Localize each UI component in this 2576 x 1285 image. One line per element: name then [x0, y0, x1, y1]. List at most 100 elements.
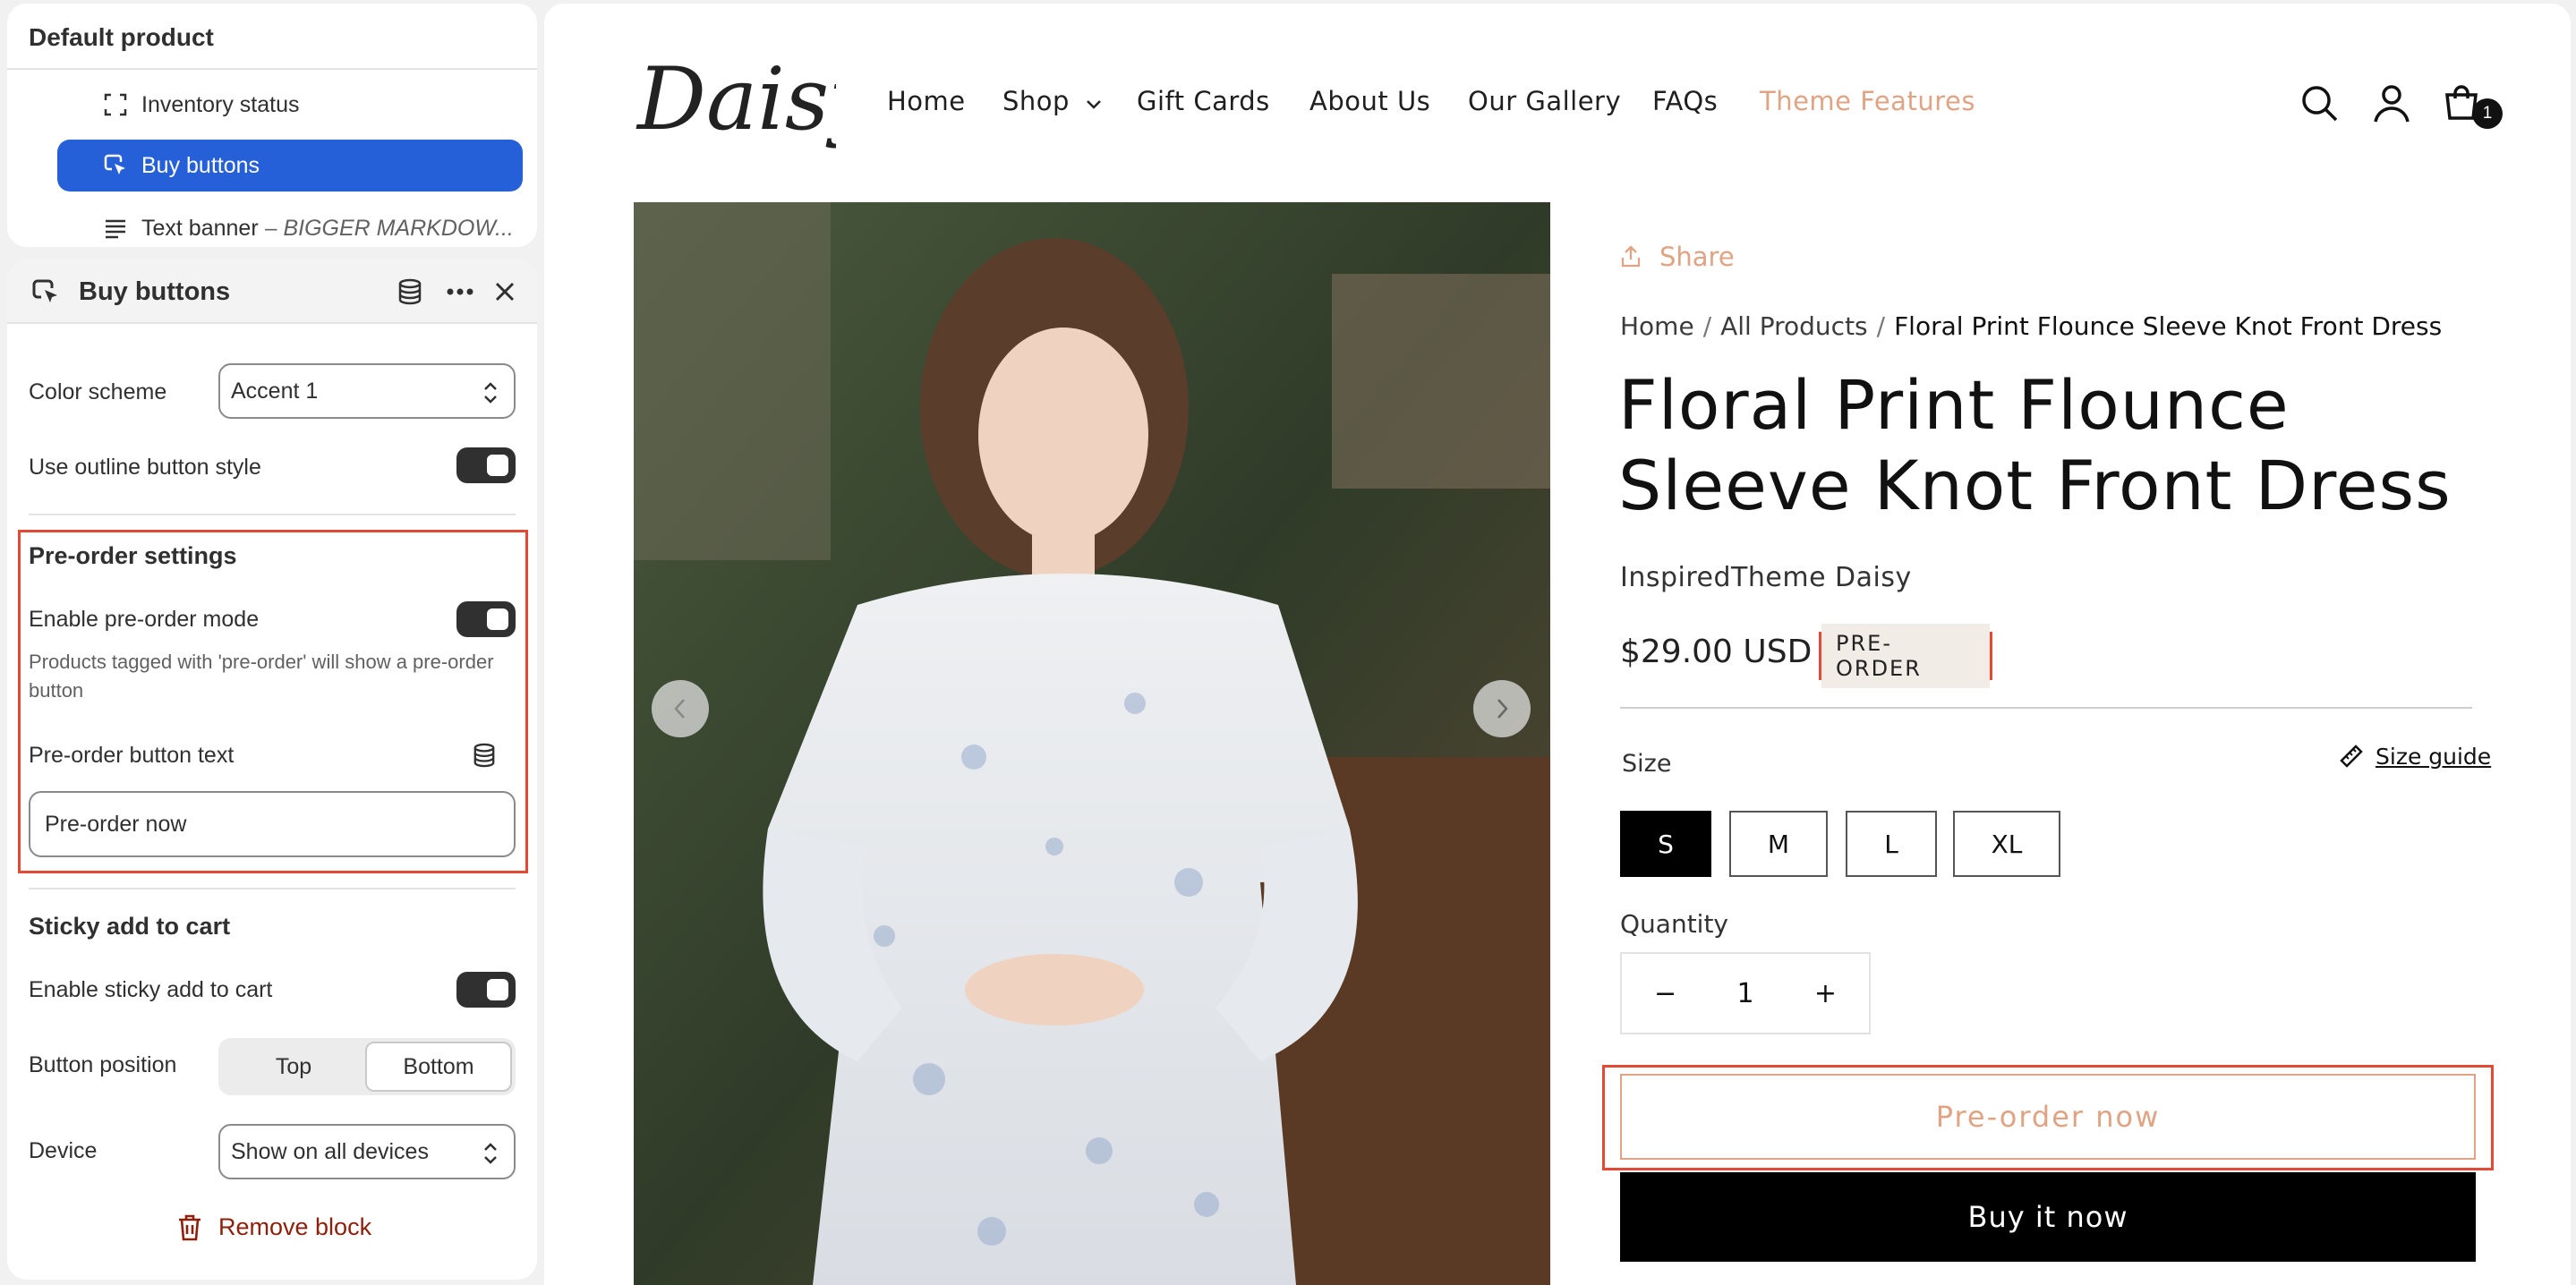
nav-theme-features[interactable]: Theme Features	[1760, 86, 1975, 116]
divider	[29, 514, 516, 515]
section-title: Default product	[29, 23, 214, 51]
sticky-section-title: Sticky add to cart	[29, 913, 231, 940]
database-icon[interactable]	[473, 743, 496, 772]
gallery-next-button[interactable]	[1473, 680, 1531, 737]
quantity-label: Quantity	[1620, 909, 1728, 939]
preorder-button[interactable]: Pre-order now	[1620, 1074, 2476, 1160]
account-icon[interactable]	[2370, 82, 2413, 125]
gallery-prev-button[interactable]	[652, 680, 709, 737]
database-icon[interactable]	[394, 276, 426, 308]
divider	[7, 68, 537, 70]
breadcrumb-separator: /	[1876, 311, 1886, 341]
product-vendor: InspiredTheme Daisy	[1620, 562, 1912, 593]
store-logo[interactable]: Daisy	[630, 29, 879, 181]
panel-header: Buy buttons	[7, 260, 537, 324]
position-bottom-option[interactable]: Bottom	[365, 1042, 512, 1092]
breadcrumb-current: Floral Print Flounce Sleeve Knot Front D…	[1894, 311, 2443, 341]
ruler-icon	[2340, 745, 2363, 768]
more-options-icon[interactable]	[444, 276, 476, 308]
preorder-enable-label: Enable pre-order mode	[29, 607, 260, 632]
quantity-value[interactable]: 1	[1736, 978, 1753, 1009]
size-option-m[interactable]: M	[1729, 811, 1828, 877]
tree-item-buy-buttons[interactable]: Buy buttons	[57, 140, 523, 191]
divider	[29, 888, 516, 889]
cursor-click-icon	[102, 152, 129, 179]
block-tree-panel: Default product Inventory status Buy but…	[7, 4, 537, 247]
breadcrumb: Home / All Products / Floral Print Flounce S…	[1620, 311, 2442, 341]
size-option-s[interactable]: S	[1620, 811, 1711, 877]
preorder-badge: PRE-ORDER	[1821, 624, 1990, 688]
share-button[interactable]: Share	[1620, 242, 1735, 272]
chevron-left-icon	[674, 699, 685, 719]
product-photo-illustration	[634, 202, 1550, 1285]
nav-home[interactable]: Home	[887, 86, 966, 116]
nav-about-us[interactable]: About Us	[1309, 86, 1430, 116]
chevron-updown-icon	[484, 382, 497, 404]
preorder-text-input[interactable]: Pre-order now	[29, 791, 516, 857]
tree-item-label: Text banner	[141, 215, 259, 241]
size-label: Size	[1622, 750, 1672, 778]
button-position-label: Button position	[29, 1052, 177, 1077]
chevron-down-icon[interactable]	[1085, 98, 1103, 111]
tree-item-inventory-status[interactable]: Inventory status	[57, 79, 523, 131]
svg-text:Daisy: Daisy	[635, 49, 836, 149]
position-top-option[interactable]: Top	[222, 1042, 365, 1092]
tree-item-text-banner[interactable]: Text banner – BIGGER MARKDOW...	[57, 202, 523, 247]
divider	[1620, 707, 2472, 709]
nav-our-gallery[interactable]: Our Gallery	[1468, 86, 1621, 116]
remove-block-label: Remove block	[218, 1213, 372, 1240]
cart-count-badge: 1	[2472, 98, 2503, 129]
device-label: Device	[29, 1138, 98, 1163]
device-select[interactable]: Show on all devices	[218, 1124, 516, 1179]
quantity-increase-button[interactable]: +	[1814, 978, 1837, 1009]
share-label: Share	[1659, 242, 1735, 272]
outline-style-label: Use outline button style	[29, 455, 261, 480]
breadcrumb-all-products[interactable]: All Products	[1720, 311, 1868, 341]
preorder-enable-toggle[interactable]	[456, 601, 516, 637]
tree-item-label: Buy buttons	[141, 152, 260, 178]
share-icon	[1621, 245, 1641, 268]
trash-icon	[179, 1214, 200, 1240]
product-image[interactable]	[634, 202, 1550, 1285]
product-title: Floral Print Flounce Sleeve Knot Front D…	[1618, 365, 2452, 525]
size-option-l[interactable]: L	[1846, 811, 1937, 877]
search-icon[interactable]	[2299, 82, 2341, 125]
select-value: Accent 1	[231, 378, 319, 404]
remove-block-button[interactable]: Remove block	[177, 1213, 371, 1241]
nav-shop[interactable]: Shop	[1002, 86, 1070, 116]
cursor-click-icon	[30, 277, 61, 308]
size-option-xl[interactable]: XL	[1953, 811, 2060, 877]
outline-style-toggle[interactable]	[456, 447, 516, 483]
tree-item-suffix: – BIGGER MARKDOW...	[264, 215, 514, 241]
select-value: Show on all devices	[231, 1138, 429, 1164]
preorder-help-text: Products tagged with 'pre-order' will sh…	[29, 651, 494, 702]
size-guide-label: Size guide	[2376, 743, 2492, 770]
chevron-right-icon	[1497, 699, 1508, 719]
sticky-enable-toggle[interactable]	[456, 972, 516, 1008]
quantity-decrease-button[interactable]: −	[1654, 978, 1676, 1009]
chevron-updown-icon	[484, 1143, 497, 1164]
preorder-section-title: Pre-order settings	[29, 542, 237, 569]
block-settings-panel: Buy buttons Color scheme Accent 1 Use ou…	[7, 260, 537, 1280]
sticky-enable-label: Enable sticky add to cart	[29, 977, 273, 1002]
nav-gift-cards[interactable]: Gift Cards	[1137, 86, 1270, 116]
store-preview: Daisy Home Shop Gift Cards About Us Our …	[544, 4, 2571, 1285]
buy-it-now-button[interactable]: Buy it now	[1620, 1172, 2476, 1262]
color-scheme-label: Color scheme	[29, 379, 167, 404]
nav-faqs[interactable]: FAQs	[1652, 86, 1718, 116]
size-guide-link[interactable]: Size guide	[2338, 743, 2491, 770]
tree-item-label: Inventory status	[141, 91, 300, 117]
close-icon[interactable]	[489, 276, 521, 308]
preorder-badge-highlight: PRE-ORDER	[1819, 624, 1992, 688]
product-price: $29.00 USD	[1620, 634, 1813, 670]
quantity-stepper: − 1 +	[1620, 952, 1871, 1034]
color-scheme-select[interactable]: Accent 1	[218, 363, 516, 419]
panel-title: Buy buttons	[79, 277, 231, 306]
text-lines-icon	[102, 215, 129, 242]
input-value: Pre-order now	[45, 811, 187, 837]
breadcrumb-home[interactable]: Home	[1620, 311, 1694, 341]
dashed-square-icon	[102, 91, 129, 118]
button-position-segmented: Top Bottom	[218, 1038, 516, 1095]
preorder-text-label: Pre-order button text	[29, 743, 235, 768]
breadcrumb-separator: /	[1702, 311, 1712, 341]
